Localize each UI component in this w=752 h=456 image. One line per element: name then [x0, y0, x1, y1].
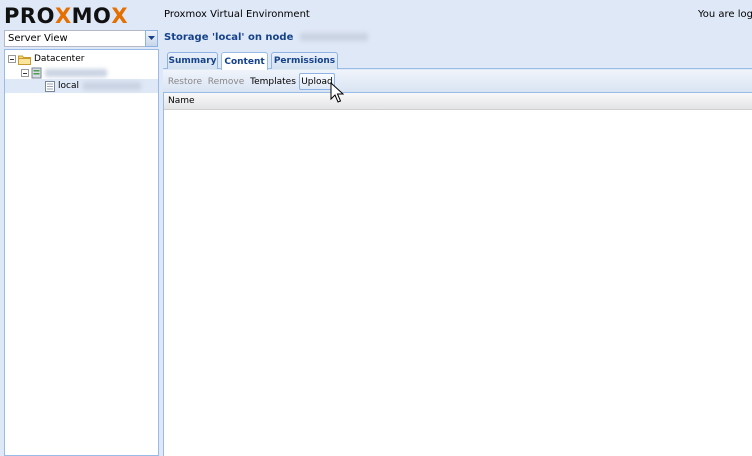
collapse-toggle-icon[interactable]: [8, 55, 16, 63]
storage-icon: [45, 80, 55, 92]
tree-item-storage-local[interactable]: local: [5, 79, 158, 93]
logo-letter: O: [36, 4, 55, 28]
grid-header: Name: [164, 93, 752, 110]
tab-summary[interactable]: Summary: [167, 52, 218, 69]
resource-tree: Datacenter local: [4, 49, 159, 456]
folder-icon: [18, 55, 31, 65]
collapse-toggle-icon[interactable]: [21, 69, 29, 77]
restore-button[interactable]: Restore: [166, 73, 204, 90]
logo-letter: R: [19, 4, 37, 28]
remove-button[interactable]: Remove: [208, 73, 245, 90]
tree-item-label: local: [58, 81, 79, 91]
templates-button[interactable]: Templates: [250, 73, 296, 90]
tab-bar: Summary Content Permissions: [163, 52, 752, 70]
server-icon: [31, 67, 42, 79]
content-grid: Name: [163, 93, 752, 456]
view-select[interactable]: Server View: [4, 30, 158, 47]
redacted-node-name: [299, 33, 368, 41]
logo-letter: O: [93, 4, 112, 28]
chevron-down-icon: [148, 36, 155, 40]
logo-letter: X: [111, 4, 129, 28]
tree-item-label: Datacenter: [34, 54, 85, 64]
page-title: Storage 'local' on node: [164, 32, 368, 43]
tab-permissions[interactable]: Permissions: [271, 52, 338, 69]
tree-item-datacenter[interactable]: Datacenter: [8, 52, 84, 66]
dropdown-trigger[interactable]: [145, 30, 158, 47]
proxmox-logo: P R O X M O X: [4, 4, 128, 28]
view-select-value: Server View: [8, 33, 68, 44]
column-header-name[interactable]: Name: [168, 96, 195, 106]
user-info: You are logge: [698, 9, 752, 20]
tab-content[interactable]: Content: [221, 52, 268, 70]
tree-item-node[interactable]: [21, 66, 107, 80]
app-title: Proxmox Virtual Environment: [164, 9, 310, 20]
redacted-node-label: [45, 69, 107, 77]
page-title-text: Storage 'local' on node: [164, 32, 294, 43]
logo-letter: P: [4, 4, 20, 28]
logo-letter: M: [71, 4, 94, 28]
content-toolbar: Restore Remove Templates Upload: [163, 70, 752, 93]
redacted-storage-node: [82, 82, 141, 90]
mouse-cursor-icon: [330, 82, 344, 103]
logo-letter: X: [54, 4, 72, 28]
